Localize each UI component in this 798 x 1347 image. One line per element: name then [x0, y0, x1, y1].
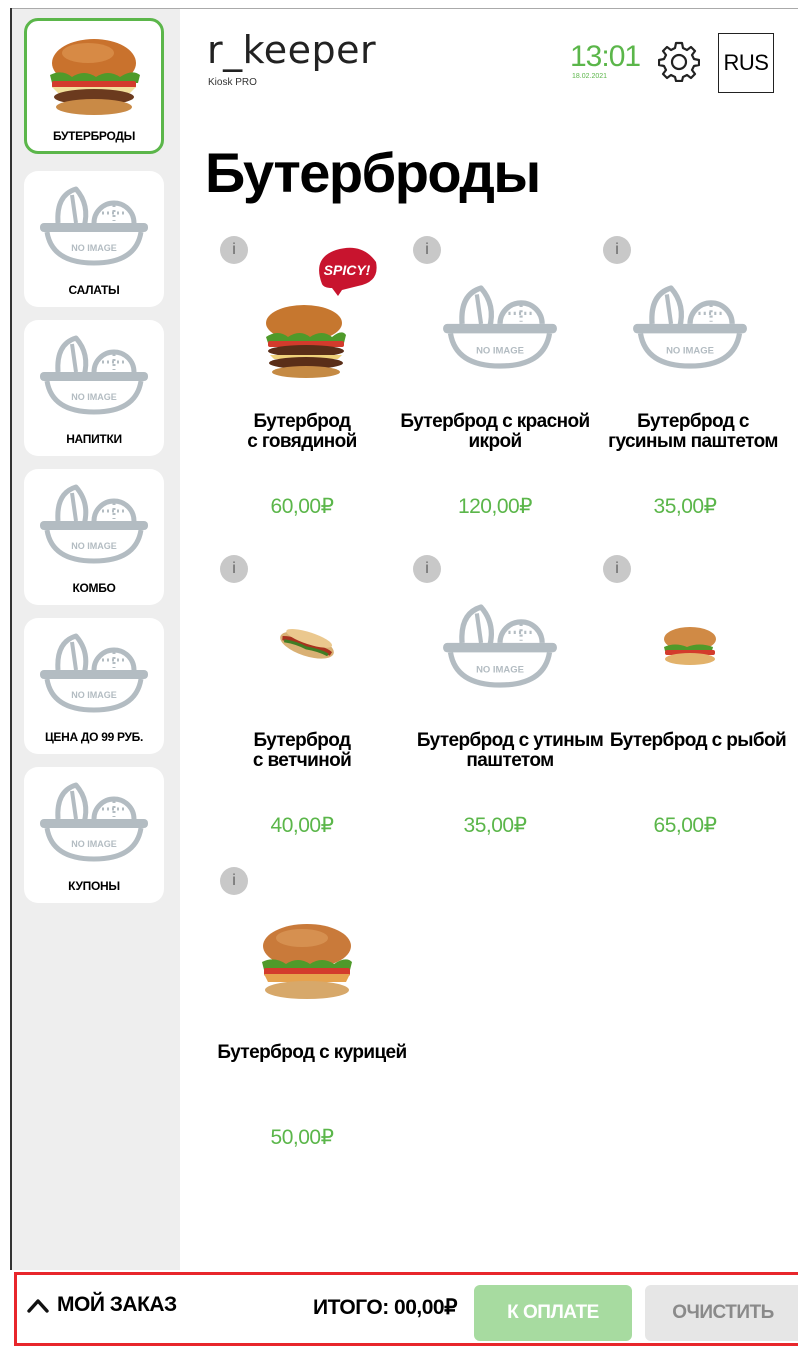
product-price: 65,00₽ — [653, 814, 717, 837]
svg-text:NO IMAGE: NO IMAGE — [476, 664, 524, 675]
svg-text:NO IMAGE: NO IMAGE — [71, 690, 117, 700]
product-card[interactable]: i Бутерброд с курицей 50,00₽ — [207, 867, 407, 1167]
category-drinks[interactable]: NO IMAGE НАПИТКИ — [24, 320, 164, 456]
brand-logo: r_keeper — [207, 28, 377, 72]
clear-button[interactable]: ОЧИСТИТЬ — [645, 1285, 798, 1341]
category-label: КОМБО — [72, 581, 116, 595]
svg-text:NO IMAGE: NO IMAGE — [476, 345, 524, 356]
product-name: Бутерброд с курицей — [217, 1042, 407, 1063]
spicy-badge: SPICY! — [312, 244, 380, 301]
category-coupons[interactable]: NO IMAGE КУПОНЫ — [24, 767, 164, 903]
no-image-icon: NO IMAGE — [38, 481, 150, 565]
no-image-icon: NO IMAGE — [430, 575, 570, 715]
no-image-icon: NO IMAGE — [38, 183, 150, 267]
my-order-label: МОЙ ЗАКАЗ — [57, 1293, 177, 1316]
page-title: Бутерброды — [205, 141, 541, 204]
my-order-toggle[interactable]: МОЙ ЗАКАЗ — [27, 1293, 177, 1317]
clock-date: 18.02.2021 — [572, 73, 608, 80]
svg-text:NO IMAGE: NO IMAGE — [666, 345, 714, 356]
category-label: САЛАТЫ — [68, 283, 120, 297]
category-label: НАПИТКИ — [66, 432, 122, 446]
svg-text:NO IMAGE: NO IMAGE — [71, 392, 117, 402]
svg-text:NO IMAGE: NO IMAGE — [71, 839, 117, 849]
language-button[interactable]: RUS — [718, 33, 774, 93]
burger-image — [38, 33, 150, 117]
product-card[interactable]: i NO IMAGE Бутерброд с красной икрой 120… — [400, 236, 590, 536]
svg-text:NO IMAGE: NO IMAGE — [71, 541, 117, 551]
category-sandwiches[interactable]: БУТЕРБРОДЫ — [24, 18, 164, 154]
order-bar: МОЙ ЗАКАЗ ИТОГО: 00,00₽ К ОПЛАТЕ ОЧИСТИТ… — [14, 1272, 798, 1346]
product-name: Бутерброд с ветчиной — [252, 730, 352, 771]
no-image-icon: NO IMAGE — [38, 332, 150, 416]
small-burger-image — [620, 575, 760, 715]
no-image-icon: NO IMAGE — [620, 256, 760, 396]
category-combo[interactable]: NO IMAGE КОМБО — [24, 469, 164, 605]
pay-button[interactable]: К ОПЛАТЕ — [474, 1285, 632, 1341]
header: r_keeper Kiosk PRO 13:01 18.02.2021 RUS — [180, 9, 798, 129]
no-image-icon: NO IMAGE — [430, 256, 570, 396]
product-name: Бутерброд с красной икрой — [400, 411, 590, 452]
category-label: БУТЕРБРОДЫ — [52, 129, 136, 143]
clock-time: 13:01 — [570, 40, 641, 73]
product-price: 40,00₽ — [270, 814, 334, 837]
brand-subtitle: Kiosk PRO — [208, 77, 257, 88]
svg-text:SPICY!: SPICY! — [324, 262, 371, 278]
product-price: 35,00₽ — [653, 495, 717, 518]
product-card[interactable]: i Бутерброд с ветчиной 40,00₽ — [207, 555, 397, 855]
no-image-icon: NO IMAGE — [38, 779, 150, 863]
chicken-burger-image — [237, 887, 377, 1027]
product-name: Бутерброд с говядиной — [247, 411, 357, 452]
product-name: Бутерброд с гусиным паштетом — [608, 411, 778, 452]
product-price: 35,00₽ — [463, 814, 527, 837]
product-card[interactable]: i Бутерброд с рыбой 65,00₽ — [590, 555, 787, 855]
product-name: Бутерброд с рыбой — [609, 730, 787, 751]
product-card[interactable]: i NO IMAGE Бутерброд с утиным паштетом 3… — [400, 555, 604, 855]
product-price: 120,00₽ — [457, 495, 533, 518]
category-sidebar: БУТЕРБРОДЫ NO IMAGE САЛАТЫ NO IMAGE НАПИ… — [12, 9, 180, 1270]
no-image-icon: NO IMAGE — [38, 630, 150, 714]
product-card[interactable]: i SPICY! Бутерброд с говядиной 60,00₽ — [207, 236, 397, 536]
svg-text:NO IMAGE: NO IMAGE — [71, 243, 117, 253]
product-price: 60,00₽ — [270, 495, 334, 518]
category-label: ЦЕНА ДО 99 РУБ. — [44, 730, 144, 744]
product-price: 50,00₽ — [270, 1126, 334, 1149]
product-card[interactable]: i NO IMAGE Бутерброд с гусиным паштетом … — [590, 236, 780, 536]
wrap-image — [237, 575, 377, 715]
order-total: ИТОГО: 00,00₽ — [313, 1296, 457, 1319]
category-label: КУПОНЫ — [68, 879, 120, 893]
category-under-99[interactable]: NO IMAGE ЦЕНА ДО 99 РУБ. — [24, 618, 164, 754]
category-salads[interactable]: NO IMAGE САЛАТЫ — [24, 171, 164, 307]
product-name: Бутерброд с утиным паштетом — [416, 730, 604, 771]
gear-icon[interactable] — [657, 40, 701, 83]
chevron-up-icon — [27, 1299, 49, 1313]
